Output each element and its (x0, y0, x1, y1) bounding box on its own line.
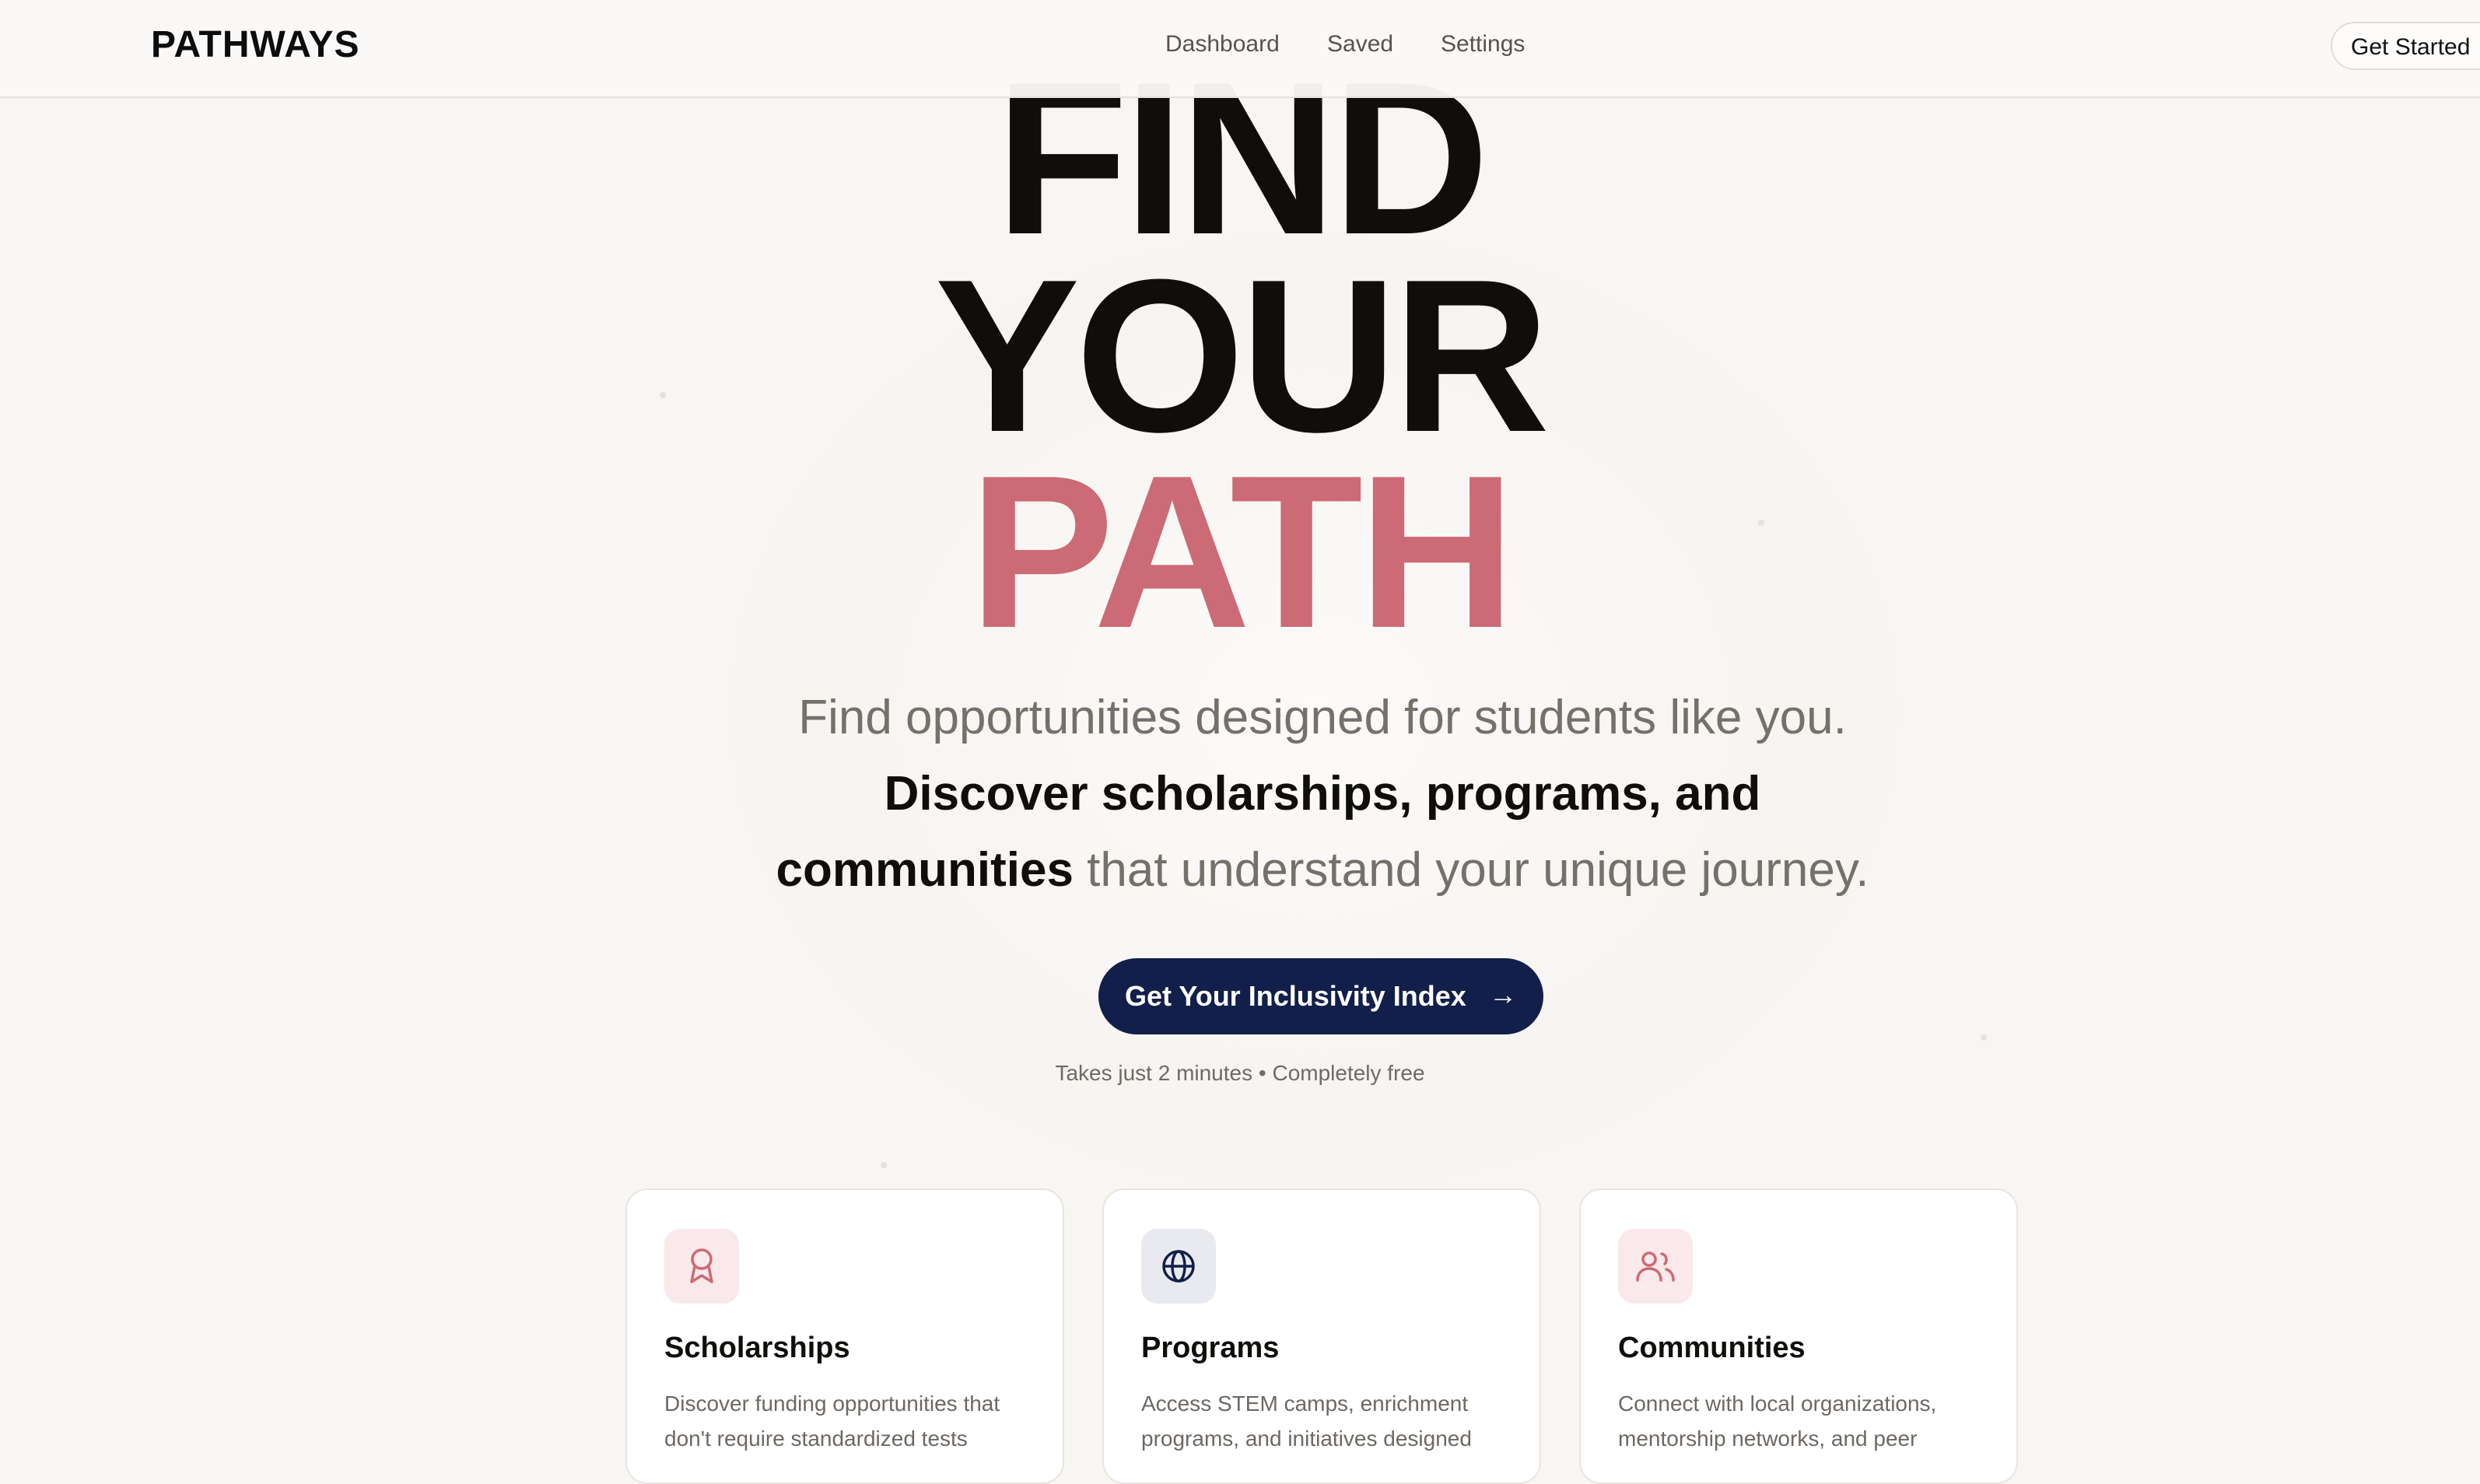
top-navigation-bar: PATHWAYS Dashboard Saved Settings Get St… (0, 0, 2480, 98)
inclusivity-index-button-label: Get Your Inclusivity Index (1125, 980, 1466, 1012)
decorative-dot (1981, 1034, 1987, 1041)
card-description: Connect with local organizations, mentor… (1618, 1391, 1937, 1451)
hero-headline-line-3: PATH (969, 431, 1516, 674)
hero-subtitle: Find opportunities designed for students… (731, 680, 1914, 908)
nav-link-settings[interactable]: Settings (1441, 31, 1525, 58)
nav-link-saved[interactable]: Saved (1327, 31, 1393, 58)
card-title: Communities (1618, 1332, 1806, 1364)
card-title: Scholarships (664, 1332, 850, 1364)
hero-subtitle-lead: Find opportunities designed for students… (798, 691, 1847, 744)
nav-link-dashboard[interactable]: Dashboard (1165, 31, 1280, 58)
feature-card-programs[interactable]: Programs Access STEM camps, enrichment p… (1102, 1188, 1541, 1484)
decorative-dot (881, 1162, 887, 1168)
globe-icon (1162, 1250, 1195, 1283)
hero-subtitle-tail: that understand your unique journey. (1073, 843, 1869, 897)
card-description: Discover funding opportunities that don'… (664, 1391, 1000, 1451)
inclusivity-index-button[interactable]: Get Your Inclusivity Index → (1098, 958, 1543, 1034)
icon-container (664, 1229, 739, 1304)
get-started-button[interactable]: Get Started (2331, 22, 2480, 70)
card-description: Access STEM camps, enrichment programs, … (1141, 1391, 1472, 1451)
card-title: Programs (1141, 1332, 1280, 1364)
feature-card-communities[interactable]: Communities Connect with local organizat… (1579, 1188, 2018, 1484)
award-ribbon-icon (690, 1248, 713, 1283)
icon-container (1618, 1229, 1693, 1304)
users-icon (1636, 1251, 1675, 1282)
icon-container (1141, 1229, 1216, 1304)
arrow-right-icon: → (1489, 978, 1517, 1010)
brand-logo[interactable]: PATHWAYS (151, 23, 359, 66)
cta-note: Takes just 2 minutes • Completely free (1055, 1061, 1425, 1085)
feature-card-scholarships[interactable]: Scholarships Discover funding opportunit… (625, 1188, 1064, 1484)
